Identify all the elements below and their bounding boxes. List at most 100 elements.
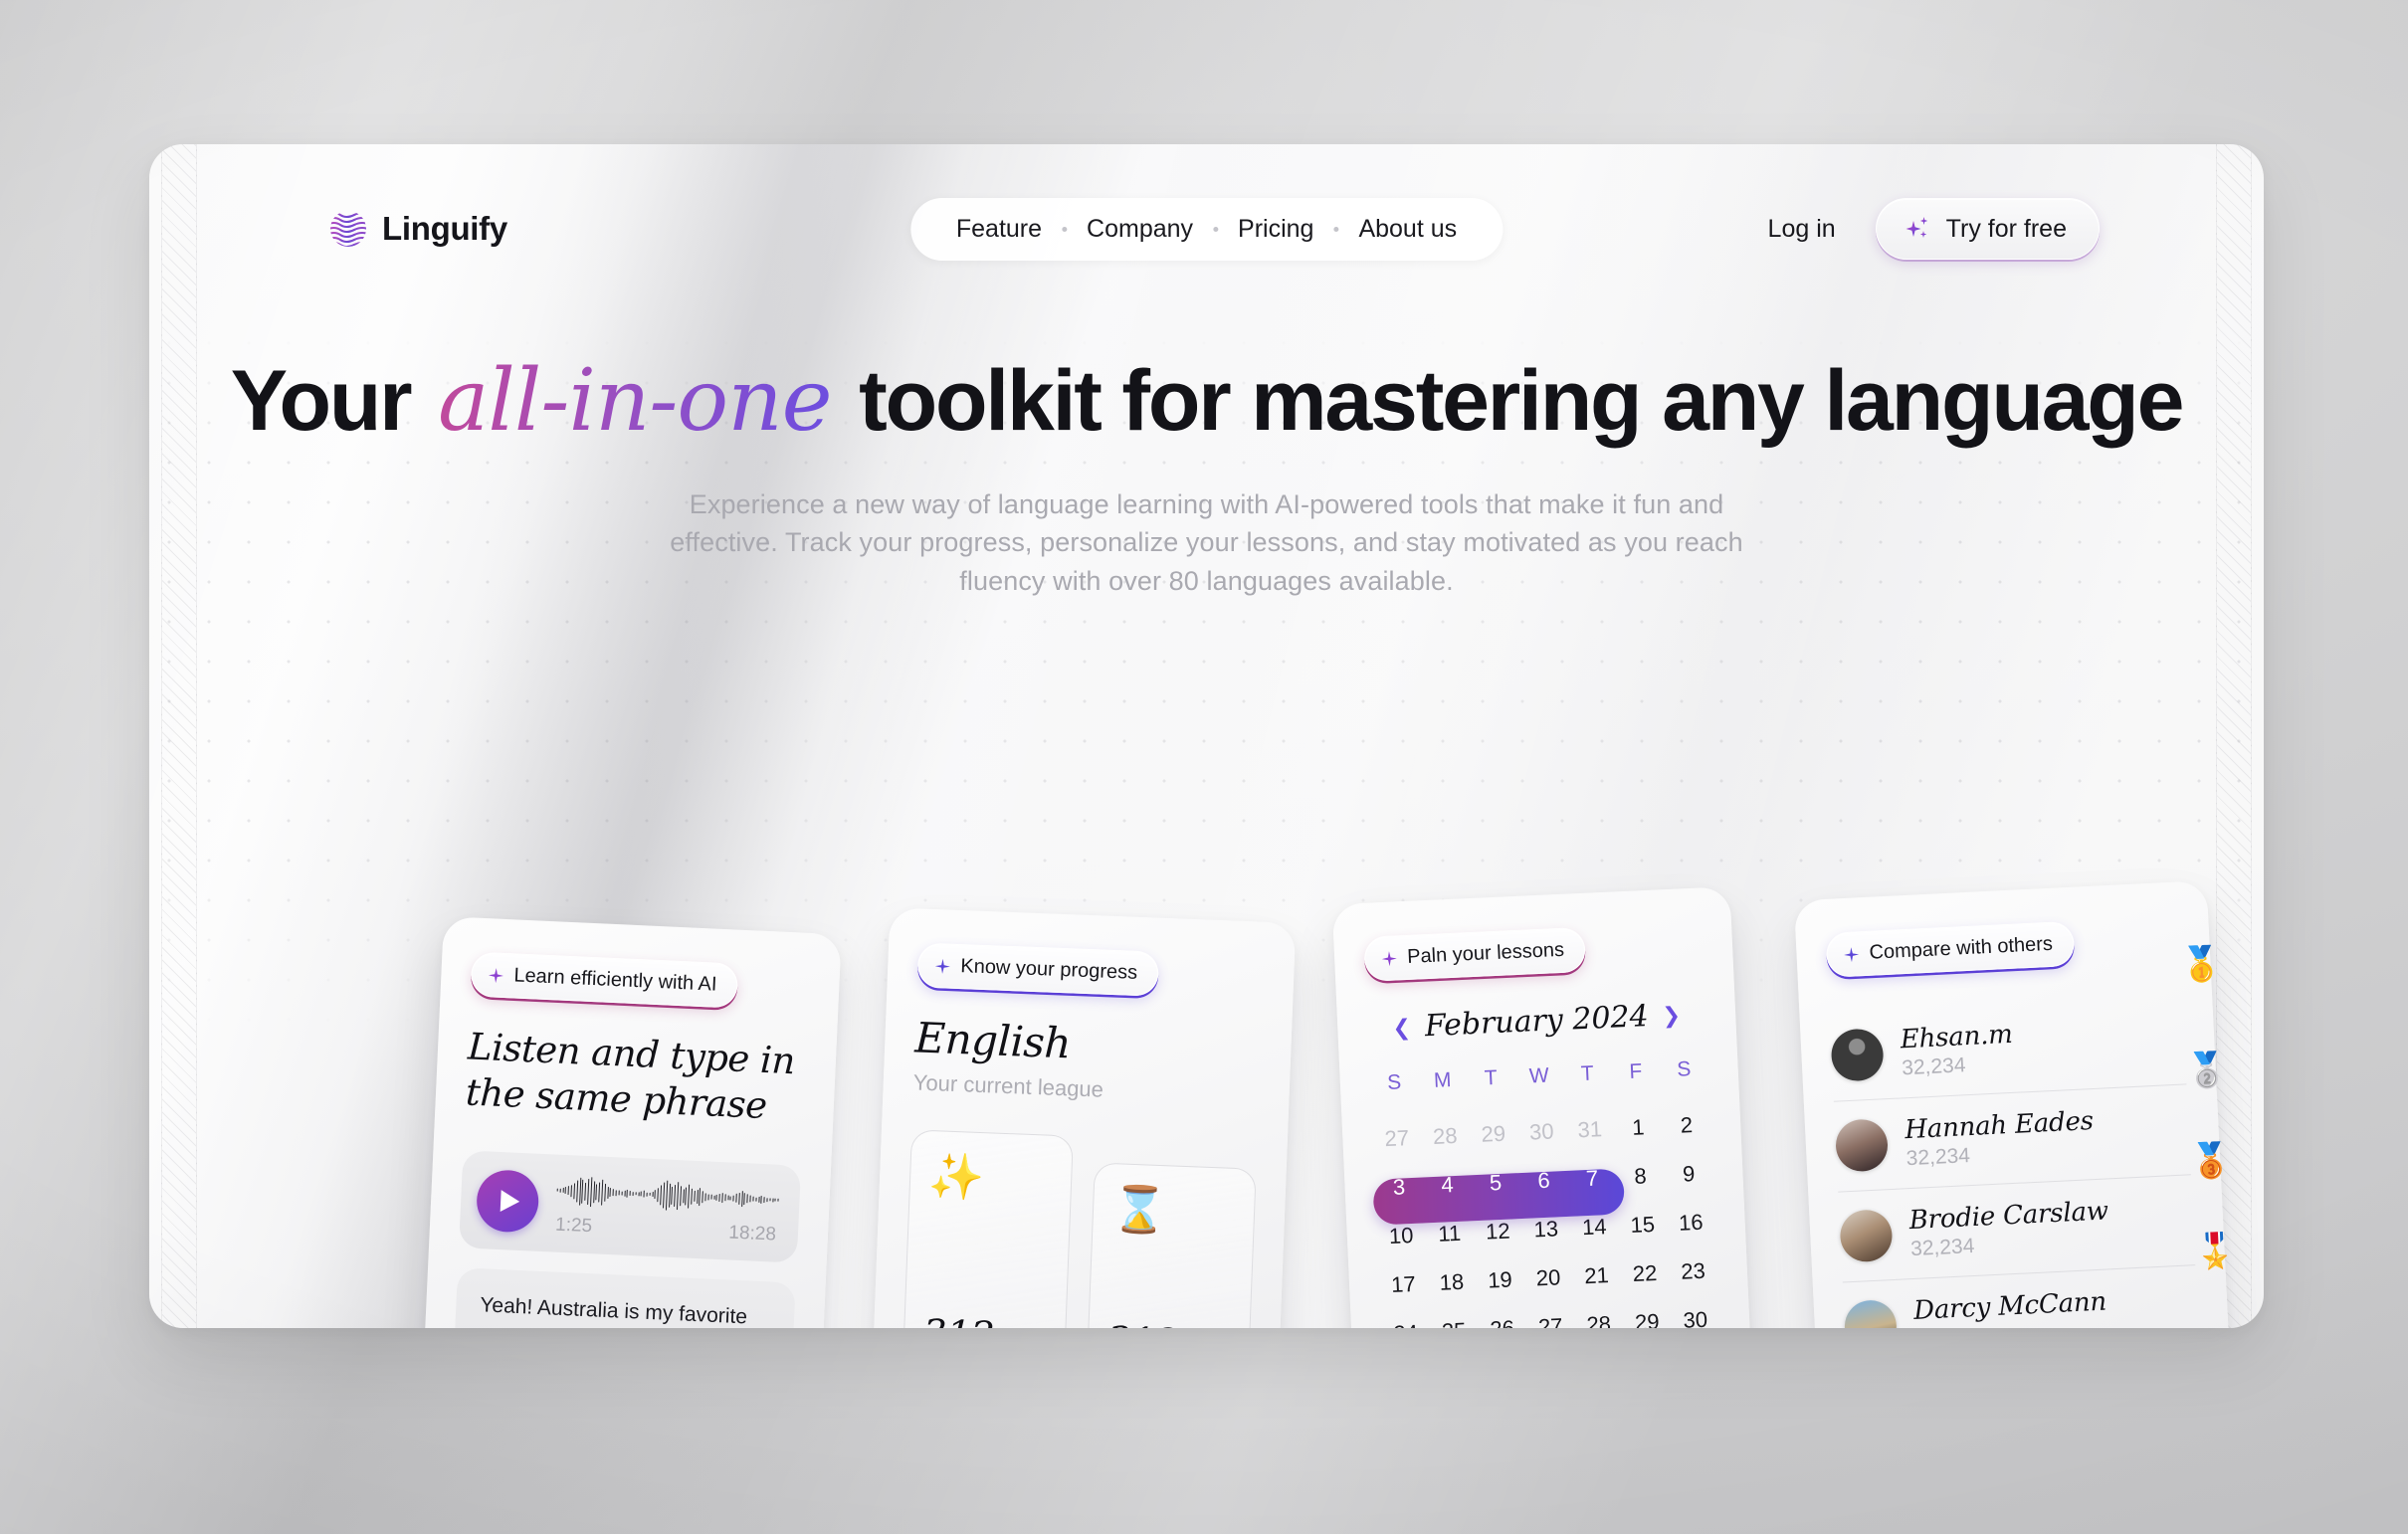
- hero-section: Your all-in-one toolkit for mastering an…: [149, 355, 2264, 600]
- chat-message-text: Yeah! Australia is my favorite country i…: [479, 1292, 758, 1328]
- calendar-day[interactable]: 29: [1469, 1115, 1518, 1153]
- brand-logo[interactable]: Linguify: [328, 209, 507, 249]
- card-know-your-progress[interactable]: Know your progress English Your current …: [871, 907, 1297, 1328]
- avatar: [1839, 1209, 1894, 1263]
- next-month-icon[interactable]: ❯: [1662, 1002, 1682, 1028]
- hourglass-emoji-icon: ⌛: [1110, 1183, 1169, 1237]
- leaderboard-row[interactable]: Brodie Carslaw 32,234 🥉: [1838, 1141, 2233, 1283]
- nav-item-about-us[interactable]: About us: [1342, 215, 1473, 244]
- try-for-free-button[interactable]: Try for free: [1875, 198, 2100, 260]
- calendar-day[interactable]: 20: [1523, 1259, 1573, 1297]
- leaderboard-row[interactable]: Ehsan.m 32,234 🥇: [1829, 945, 2223, 1102]
- headline-part1: Your: [230, 353, 433, 449]
- calendar-weekday-row: SMTWTFS: [1369, 1056, 1708, 1095]
- calendar-month-label: February 2024: [1424, 999, 1650, 1045]
- calendar-weekday: M: [1433, 1068, 1452, 1092]
- globe-waves-icon: [330, 211, 366, 247]
- avatar: [1843, 1298, 1899, 1328]
- card-plan-your-lessons[interactable]: Paln your lessons ❮ February 2024 ❯ S M T W…: [1331, 886, 1753, 1328]
- calendar-day[interactable]: 30: [1516, 1113, 1566, 1151]
- primary-nav: Feature Company Pricing About us: [909, 197, 1504, 261]
- badge-know-progress: Know your progress: [916, 942, 1159, 997]
- nav-item-feature[interactable]: Feature: [940, 215, 1058, 244]
- calendar-day[interactable]: 29: [1622, 1303, 1672, 1328]
- stat-box-spins-hourglass: ⌛ 312 Spins earned: [1085, 1162, 1257, 1328]
- nav-separator-dot: [1213, 226, 1219, 232]
- calendar-day[interactable]: 1: [1613, 1109, 1663, 1147]
- page-panel: Linguify Feature Company Pricing About u…: [149, 144, 2264, 1328]
- bronze-medal-icon: 🥉: [2188, 1141, 2234, 1182]
- calendar-day[interactable]: 15: [1618, 1206, 1668, 1244]
- calendar-day[interactable]: 24: [1381, 1314, 1431, 1328]
- calendar-day[interactable]: 27: [1525, 1308, 1575, 1328]
- badge-plan-lessons: Paln your lessons: [1363, 926, 1586, 982]
- calendar-day[interactable]: 3: [1374, 1168, 1424, 1206]
- badge-label: Paln your lessons: [1406, 938, 1565, 968]
- nav-separator-dot: [1062, 226, 1068, 232]
- calendar-day[interactable]: 6: [1518, 1162, 1568, 1200]
- audio-current-time: 1:25: [554, 1214, 593, 1237]
- calendar-day[interactable]: 27: [1372, 1120, 1422, 1158]
- card-title-learn: Listen and type in the same phrase: [465, 1025, 796, 1128]
- calendar-day[interactable]: 7: [1567, 1160, 1617, 1198]
- calendar-weekday: W: [1528, 1063, 1550, 1088]
- calendar-day[interactable]: 2: [1662, 1106, 1711, 1144]
- badge-learn-efficiently: Learn efficiently with AI: [470, 951, 739, 1009]
- calendar-day[interactable]: 5: [1471, 1164, 1520, 1202]
- leaderboard-row[interactable]: Hannah Eades 32,234 🥈: [1833, 1051, 2229, 1193]
- chat-message-bubble: Yeah! Australia is my favorite country i…: [450, 1266, 796, 1328]
- headline-emphasis: all-in-one: [432, 351, 837, 451]
- calendar-day[interactable]: 9: [1664, 1155, 1713, 1193]
- page-title: Your all-in-one toolkit for mastering an…: [149, 355, 2264, 448]
- calendar-day[interactable]: 17: [1378, 1265, 1428, 1303]
- sparkle-icon: [488, 967, 503, 983]
- stat-text-group: 312 Spins earned: [1104, 1318, 1232, 1328]
- calendar-days-wrapper: 27 28 29 30 31 1 2 3 4 5 6 7 8 9 10 11 12 13 14 15 16 17 18 19 2…: [1372, 1106, 1720, 1328]
- badge-label: Learn efficiently with AI: [512, 964, 717, 996]
- waveform-area: 1:25 18:28: [555, 1170, 779, 1246]
- calendar-weekday: T: [1580, 1061, 1595, 1086]
- calendar-day[interactable]: 30: [1671, 1301, 1720, 1328]
- badge-label: Compare with others: [1869, 932, 2054, 964]
- calendar-day[interactable]: 16: [1666, 1204, 1715, 1242]
- calendar-day[interactable]: 23: [1668, 1252, 1717, 1290]
- calendar-weekday: T: [1484, 1065, 1499, 1090]
- prev-month-icon[interactable]: ❮: [1392, 1014, 1412, 1040]
- calendar-day[interactable]: 26: [1478, 1310, 1527, 1328]
- play-button[interactable]: [475, 1168, 540, 1234]
- nav-item-company[interactable]: Company: [1071, 215, 1209, 244]
- calendar-day[interactable]: 28: [1420, 1117, 1470, 1155]
- sparkle-icon: [1844, 946, 1860, 962]
- calendar-weekday: S: [1676, 1057, 1692, 1081]
- hero-subtitle: Experience a new way of language learnin…: [670, 488, 1743, 596]
- calendar-weekday: F: [1628, 1059, 1643, 1083]
- header-actions: Log in Try for free: [1768, 198, 2100, 260]
- leaderboard-text-group: Brodie Carslaw 32,234: [1908, 1196, 2110, 1261]
- calendar-day[interactable]: 25: [1429, 1312, 1479, 1328]
- feature-cards-row: Learn efficiently with AI Listen and typ…: [149, 741, 2264, 1328]
- calendar-day[interactable]: 18: [1427, 1263, 1477, 1301]
- calendar-day[interactable]: 28: [1574, 1306, 1624, 1328]
- avatar: [1834, 1118, 1890, 1173]
- audio-waveform[interactable]: [556, 1170, 779, 1220]
- sparkles-icon: [1906, 217, 1927, 238]
- silver-medal-icon: 🥈: [2184, 1051, 2229, 1091]
- stat-box-spins-sparkles: ✨ 312 Spins earned: [901, 1129, 1074, 1328]
- stat-value: 312: [1105, 1318, 1232, 1328]
- calendar-day[interactable]: 4: [1422, 1166, 1472, 1204]
- card-learn-with-ai[interactable]: Learn efficiently with AI Listen and typ…: [422, 916, 842, 1328]
- audio-player[interactable]: 1:25 18:28: [459, 1149, 802, 1263]
- headline-part2: toolkit for mastering any language: [837, 353, 2184, 449]
- calendar-day[interactable]: 22: [1620, 1254, 1670, 1292]
- card-compare-with-others[interactable]: Compare with others Ehsan.m 32,234 🥇 Hannah…: [1793, 880, 2238, 1328]
- calendar-day[interactable]: 31: [1565, 1111, 1615, 1149]
- nav-item-pricing[interactable]: Pricing: [1222, 215, 1329, 244]
- login-button[interactable]: Log in: [1768, 215, 1836, 244]
- badge-label: Know your progress: [959, 955, 1138, 984]
- avatar: [1830, 1028, 1885, 1082]
- sparkle-icon: [1381, 950, 1397, 966]
- calendar-day[interactable]: 19: [1475, 1261, 1524, 1299]
- stats-row: ✨ 312 Spins earned ⌛ 312 Spins earned: [901, 1129, 1257, 1328]
- calendar-header: ❮ February 2024 ❯: [1367, 996, 1706, 1046]
- calendar-day[interactable]: 21: [1571, 1257, 1621, 1295]
